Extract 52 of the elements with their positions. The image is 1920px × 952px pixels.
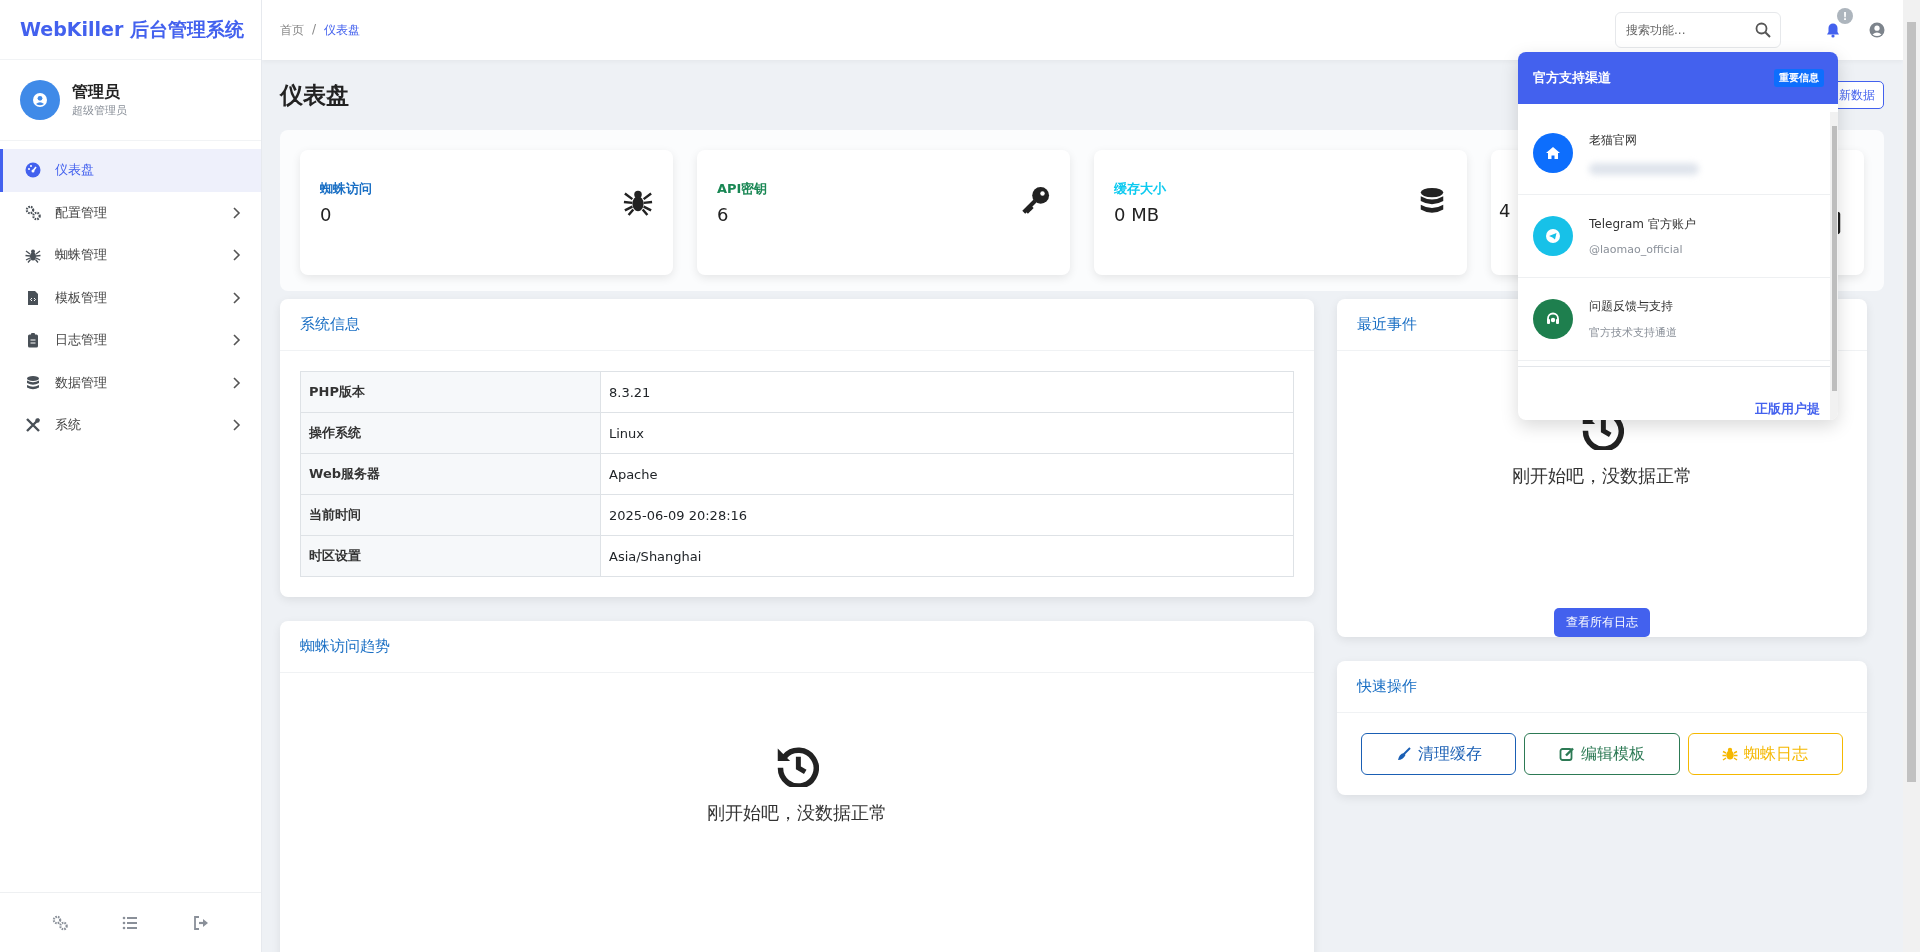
- item-subtitle: @laomao_official: [1589, 243, 1684, 256]
- card-title: 系统信息: [280, 299, 1314, 351]
- stat-label: 缓存大小: [1114, 180, 1166, 198]
- notice-link[interactable]: 正版用户提: [1755, 400, 1820, 418]
- user-name: 管理员: [72, 82, 121, 103]
- breadcrumb-separator: /: [312, 21, 317, 38]
- notification-badge: !: [1837, 8, 1853, 24]
- brand-title: WebKiller 后台管理系统: [0, 0, 261, 60]
- stat-value: 4: [1499, 200, 1511, 221]
- menu-item[interactable]: 日志管理: [0, 319, 261, 362]
- table-cell: 8.3.21: [600, 371, 1294, 413]
- stat-value: 0: [320, 204, 333, 225]
- menu-item[interactable]: 仪表盘: [0, 149, 261, 192]
- stat-value: 6: [717, 204, 730, 225]
- breadcrumb-link[interactable]: 首页: [280, 21, 304, 39]
- menu-item[interactable]: 模板管理: [0, 276, 261, 319]
- empty-message: 刚开始吧，没数据正常: [707, 801, 887, 825]
- item-title: Telegram 官方账户: [1589, 216, 1696, 233]
- menu-item[interactable]: 数据管理: [0, 361, 261, 404]
- table-cell: Asia/Shanghai: [600, 535, 1294, 577]
- card-title: 快速操作: [1337, 661, 1867, 713]
- item-title: 问题反馈与支持: [1589, 298, 1674, 315]
- view-logs-button[interactable]: 查看所有日志: [1554, 608, 1650, 637]
- menu-item[interactable]: 系统: [0, 404, 261, 447]
- support-item[interactable]: Telegram 官方账户 @laomao_official: [1518, 195, 1830, 278]
- support-item[interactable]: 问题反馈与支持 官方技术支持通道: [1518, 278, 1830, 361]
- card-title: 蜘蛛访问趋势: [280, 621, 1314, 673]
- item-subtitle: 官方技术支持通道: [1589, 325, 1677, 340]
- empty-message: 刚开始吧，没数据正常: [1512, 464, 1692, 488]
- menu-item[interactable]: 蜘蛛管理: [0, 234, 261, 277]
- table-cell: 当前时间: [300, 494, 601, 536]
- table-cell: Linux: [600, 412, 1294, 454]
- stat-value: 0 MB: [1114, 204, 1161, 225]
- table-cell: PHP版本: [300, 371, 601, 413]
- info-badge: 重要信息: [1774, 69, 1824, 87]
- user-role: 超级管理员: [72, 103, 127, 118]
- search-field[interactable]: 搜索功能...: [1615, 12, 1781, 48]
- menu-item[interactable]: 配置管理: [0, 191, 261, 234]
- table-cell: 操作系统: [300, 412, 601, 454]
- table-cell: 2025-06-09 20:28:16: [600, 494, 1294, 536]
- stat-label: 蜘蛛访问: [320, 180, 372, 198]
- table-cell: Apache: [600, 453, 1294, 495]
- action-button[interactable]: 清理缓存: [1361, 733, 1517, 775]
- breadcrumb-link[interactable]: 仪表盘: [324, 21, 361, 39]
- table-cell: Web服务器: [300, 453, 601, 495]
- stat-label: API密钥: [717, 180, 768, 198]
- support-item[interactable]: 老猫官网: [1518, 112, 1830, 195]
- page-title: 仪表盘: [280, 80, 349, 110]
- action-button[interactable]: 编辑模板: [1524, 733, 1680, 775]
- table-cell: 时区设置: [300, 535, 601, 577]
- dropdown-title: 官方支持渠道: [1533, 69, 1611, 87]
- item-title: 老猫官网: [1589, 131, 1638, 149]
